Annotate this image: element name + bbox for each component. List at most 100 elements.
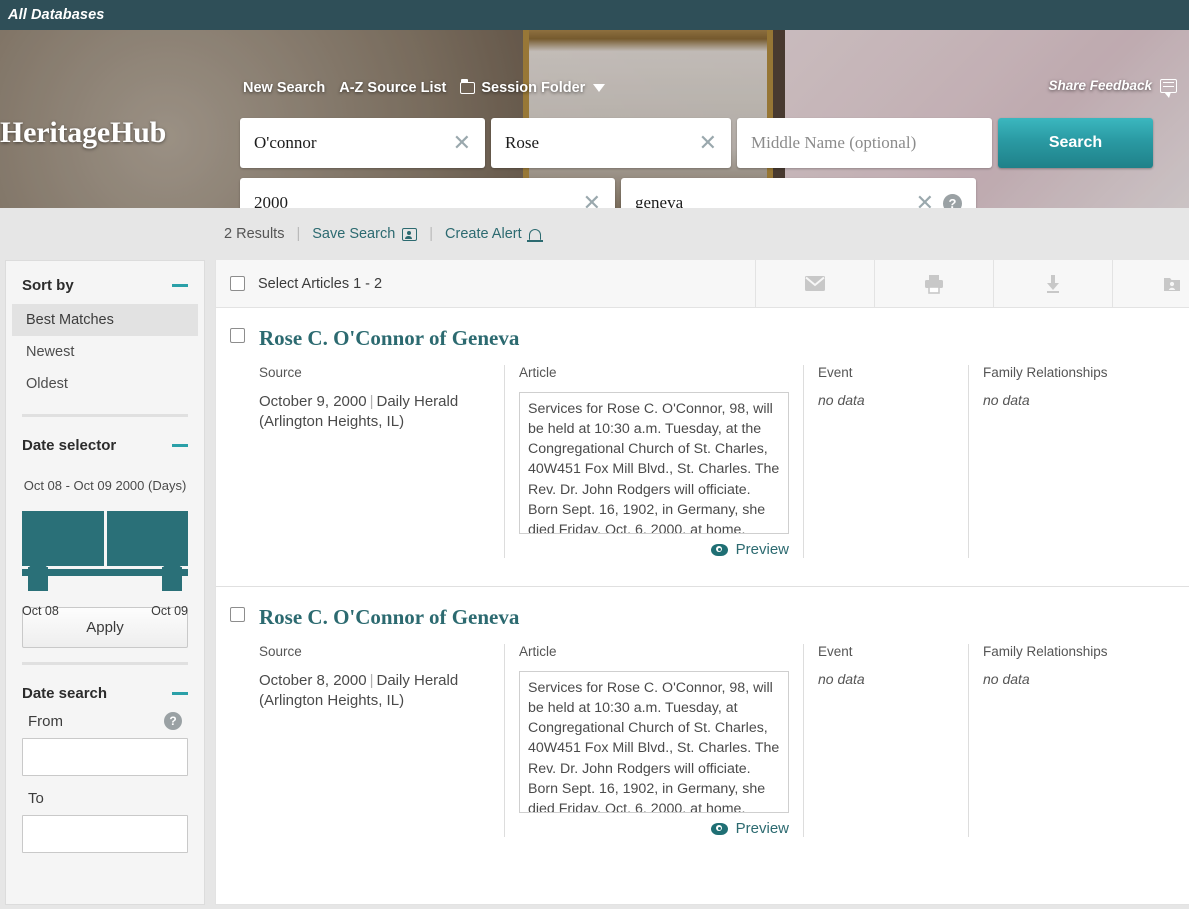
middle-name-placeholder: Middle Name (optional) [751,133,917,152]
date-range-label: Oct 08 - Oct 09 2000 (Days) [23,478,187,493]
site-logo[interactable]: HeritageHub [0,116,166,150]
result-article-snippet[interactable]: Services for Rose C. O'Connor, 98, will … [519,392,789,534]
result-item: Rose C. O'Connor of Geneva Source Octobe… [216,308,1189,580]
search-row-details: 2000 ✕ geneva ✕ ? [240,178,976,208]
result-source-column: Source October 9, 2000 | Daily Herald (Arl… [259,365,504,558]
select-all-checkbox[interactable] [230,276,245,291]
email-icon [805,276,825,291]
result-family-value: no data [983,392,1030,408]
result-event-value: no data [818,671,865,687]
save-folder-icon [1164,277,1180,291]
place-field[interactable]: geneva ✕ ? [621,178,976,208]
first-name-value: Rose [505,133,539,152]
histogram-bar [22,511,104,566]
result-title-link[interactable]: Rose C. O'Connor of Geneva [259,328,519,349]
save-to-folder-button[interactable] [1112,260,1189,307]
sidebar-divider-1 [22,414,188,417]
slider-label-start: Oct 08 [22,604,59,618]
sort-option-oldest[interactable]: Oldest [12,368,198,400]
result-event-column: Event no data [803,644,968,837]
result-event-value: no data [818,392,865,408]
column-header-article: Article [519,644,557,659]
date-from-input[interactable] [22,738,188,776]
date-to-label: To [28,790,44,807]
date-selector-header[interactable]: Date selector [22,421,188,464]
date-from-label: From [28,712,63,730]
date-to-input[interactable] [22,815,188,853]
save-search-button[interactable]: Save Search [312,226,418,242]
slider-handle-right[interactable] [162,559,182,591]
date-selector-title: Date selector [22,437,117,454]
print-button[interactable] [874,260,993,307]
eye-icon [710,822,728,835]
first-name-field[interactable]: Rose ✕ [491,118,731,168]
share-feedback-label: Share Feedback [1048,78,1152,93]
result-article-column: Article Services for Rose C. O'Connor, 9… [504,365,789,558]
nav-a-z-source-list[interactable]: A-Z Source List [339,80,446,96]
top-database-bar: All Databases [0,0,1189,30]
share-feedback-button[interactable]: Share Feedback [1048,78,1177,98]
download-button[interactable] [993,260,1112,307]
column-header-article: Article [519,365,557,380]
preview-label: Preview [735,541,789,558]
clear-place-icon[interactable]: ✕ [916,192,934,209]
last-name-value: O'connor [254,133,317,152]
feedback-icon [1160,78,1177,98]
clear-last-name-icon[interactable]: ✕ [453,132,471,154]
sidebar-divider-2 [22,662,188,665]
histogram-bars [22,511,188,566]
result-family-value: no data [983,671,1030,687]
result-preview-button[interactable]: Preview [519,541,789,558]
email-button[interactable] [755,260,874,307]
nav-session-folder-label: Session Folder [481,80,586,96]
middle-name-field[interactable]: Middle Name (optional) [737,118,992,168]
result-source-text: October 9, 2000 | Daily Herald (Arlington … [259,392,488,433]
collapse-minus-icon[interactable] [172,692,188,695]
result-checkbox[interactable] [230,328,245,343]
nav-new-search[interactable]: New Search [243,80,325,96]
clear-year-icon[interactable]: ✕ [583,192,601,209]
last-name-field[interactable]: O'connor ✕ [240,118,485,168]
bell-icon [526,228,543,242]
clear-first-name-icon[interactable]: ✕ [699,132,717,154]
preview-label: Preview [735,820,789,837]
result-article-snippet[interactable]: Services for Rose C. O'Connor, 98, will … [519,671,789,813]
year-field[interactable]: 2000 ✕ [240,178,615,208]
select-articles-label: Select Articles 1 - 2 [258,275,383,292]
collapse-minus-icon[interactable] [172,284,188,287]
all-databases-label[interactable]: All Databases [8,7,104,23]
hero-search-banner: HeritageHub New Search A-Z Source List S… [0,30,1189,208]
sort-option-newest[interactable]: Newest [12,336,198,368]
sort-by-header[interactable]: Sort by [22,261,188,304]
results-toolbar: Select Articles 1 - 2 [216,260,1189,308]
results-meta-bar: 2 Results | Save Search | Create Alert [0,208,1189,260]
date-from-row: From ? [22,712,188,730]
column-header-family: Family Relationships [983,644,1108,659]
result-source-text: October 8, 2000 | Daily Herald (Arlington … [259,671,488,712]
histogram-bar [106,511,188,566]
create-alert-button[interactable]: Create Alert [445,226,543,242]
place-help-icon[interactable]: ? [943,193,962,208]
result-checkbox[interactable] [230,607,245,622]
column-header-source: Source [259,365,302,380]
print-icon [925,274,943,294]
sort-by-title: Sort by [22,277,74,294]
result-family-column: Family Relationships no data [968,365,1189,558]
search-button[interactable]: Search [998,118,1153,168]
results-panel: Select Articles 1 - 2 Rose C. O'Connor o… [215,260,1189,905]
result-preview-button[interactable]: Preview [519,820,789,837]
date-search-help-icon[interactable]: ? [164,712,182,730]
date-histogram-slider[interactable]: Oct 08 Oct 09 [22,511,188,618]
column-header-family: Family Relationships [983,365,1108,380]
nav-session-folder[interactable]: Session Folder [460,79,606,96]
result-title-link[interactable]: Rose C. O'Connor of Geneva [259,607,519,628]
date-search-header[interactable]: Date search [22,669,188,712]
main-body: Sort by Best Matches Newest Oldest Date … [0,260,1189,905]
collapse-minus-icon[interactable] [172,444,188,447]
download-icon [1047,274,1059,293]
sort-option-best-matches[interactable]: Best Matches [12,304,198,336]
select-all-area[interactable]: Select Articles 1 - 2 [216,260,755,307]
folder-icon [460,79,476,94]
meta-separator-1: | [296,226,301,242]
slider-handle-left[interactable] [28,559,48,591]
